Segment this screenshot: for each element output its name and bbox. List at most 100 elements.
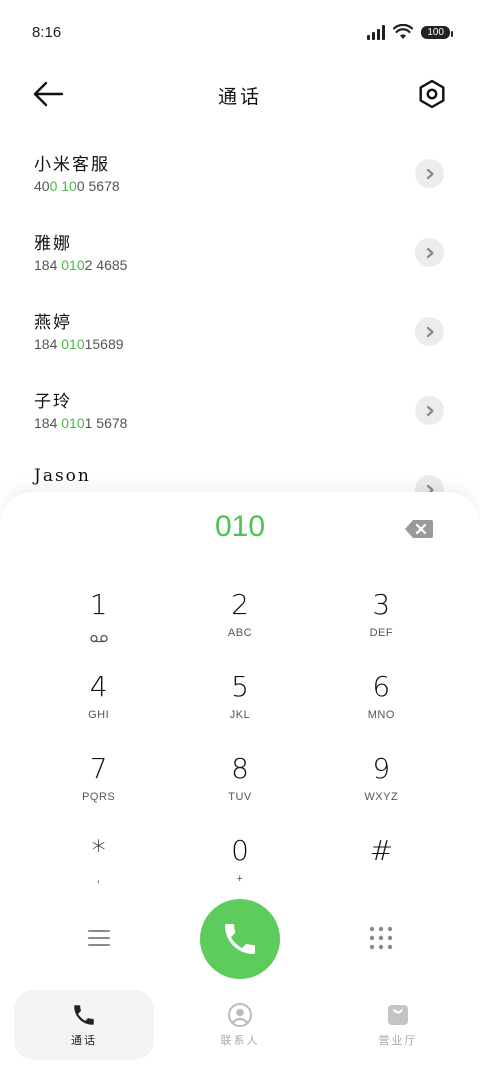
key-digit: 0	[231, 834, 249, 867]
contact-detail-button[interactable]	[415, 317, 444, 346]
contact-name: 雅娜	[34, 234, 72, 254]
number-match-highlight: 010	[61, 336, 85, 352]
chevron-right-icon	[426, 326, 434, 337]
key-5[interactable]: 5 JKL	[169, 662, 310, 744]
key-6[interactable]: 6 MNO	[311, 662, 452, 744]
keypad: 1 2 ABC 3 DEF 4 GHI 5 JKL 6 MNO 7 PQRS 8 TUV 9 WXYZ *, 0 + #	[28, 580, 452, 908]
key-digit: 4	[89, 670, 108, 703]
key-1[interactable]: 1	[28, 580, 169, 662]
key-digit: 9	[372, 752, 391, 785]
settings-hexagon-icon	[419, 79, 445, 109]
number-match-highlight: 010	[61, 257, 85, 273]
key-digit: 2	[231, 588, 249, 621]
tab-label: 营业厅	[378, 1034, 418, 1047]
key-letters: MNO	[367, 709, 395, 721]
store-bag-icon	[388, 1005, 408, 1025]
contact-number: 184 0101 5678	[34, 415, 127, 431]
key-0[interactable]: 0 +	[169, 826, 310, 908]
header: 通话	[0, 66, 480, 122]
contact-suggestion-row[interactable]: 燕婷 184 01015689	[0, 290, 480, 369]
number-segment: 184	[34, 257, 62, 273]
contact-number: 184 0102 4685	[34, 257, 127, 273]
key-digit: 5	[231, 670, 249, 703]
number-match-highlight: 0 10	[49, 178, 77, 194]
key-hash[interactable]: #	[311, 826, 452, 908]
tab-contacts[interactable]: 联系人	[170, 990, 310, 1060]
key-digit: *	[91, 834, 106, 867]
phone-icon	[74, 1005, 94, 1025]
tab-calls[interactable]: 通话	[14, 990, 154, 1060]
dialer-panel: 010 1 2 ABC 3 DEF 4 GHI 5 JKL 6 MNO 7 PQRS 8 TUV 9 WXYZ *…	[0, 492, 480, 1067]
key-digit: 7	[89, 752, 108, 785]
key-4[interactable]: 4 GHI	[28, 662, 169, 744]
contact-suggestion-list: 小米客服 400 100 5678 雅娜 184 0102 4685 燕婷 184 010…	[0, 132, 480, 527]
tab-service-hall[interactable]: 营业厅	[328, 990, 468, 1060]
number-segment: 1 5678	[84, 415, 128, 431]
number-segment: 0 5678	[76, 178, 120, 194]
page-title: 通话	[217, 86, 262, 108]
key-letters: JKL	[229, 709, 251, 721]
dialpad-grid-icon	[369, 926, 393, 950]
backspace-button[interactable]	[404, 518, 434, 540]
contact-detail-button[interactable]	[415, 396, 444, 425]
settings-button[interactable]	[416, 78, 448, 110]
key-3[interactable]: 3 DEF	[311, 580, 452, 662]
contact-name: 小米客服	[34, 155, 110, 175]
signal-icon	[367, 24, 386, 40]
chevron-right-icon	[426, 168, 434, 179]
key-letters: ABC	[227, 627, 253, 639]
status-time: 8:16	[32, 24, 62, 41]
key-letters: GHI	[88, 709, 110, 721]
backspace-icon	[405, 520, 433, 538]
key-7[interactable]: 7 PQRS	[28, 744, 169, 826]
key-letters: +	[236, 873, 244, 885]
contact-name: Jason	[34, 466, 91, 486]
key-8[interactable]: 8 TUV	[169, 744, 310, 826]
status-bar: 8:16 100	[0, 0, 480, 66]
number-match-highlight: 010	[61, 415, 85, 431]
contact-number: 400 100 5678	[34, 178, 120, 194]
number-segment: 2 4685	[84, 257, 128, 273]
contacts-icon	[228, 1003, 252, 1027]
tab-label: 通话	[71, 1034, 97, 1047]
number-segment: 40	[34, 178, 50, 194]
phone-call-icon	[225, 924, 255, 954]
chevron-right-icon	[426, 247, 434, 258]
key-letters: ,	[96, 873, 101, 885]
key-digit: 1	[89, 588, 108, 621]
key-9[interactable]: 9 WXYZ	[311, 744, 452, 826]
key-digit: 8	[231, 752, 249, 785]
number-segment: 15689	[84, 336, 124, 352]
menu-button[interactable]	[86, 925, 112, 951]
key-digit: 6	[372, 670, 391, 703]
call-button[interactable]	[200, 899, 280, 979]
contact-name: 子玲	[34, 392, 72, 412]
dialer-actions	[0, 899, 480, 979]
tab-label: 联系人	[220, 1034, 260, 1047]
keypad-toggle-button[interactable]	[368, 925, 394, 951]
key-letters: TUV	[228, 791, 252, 803]
key-star[interactable]: *,	[28, 826, 169, 908]
battery-indicator: 100	[421, 25, 453, 39]
key-letters: WXYZ	[364, 791, 399, 803]
number-segment: 184	[34, 415, 62, 431]
wifi-icon	[393, 24, 414, 39]
menu-icon	[88, 930, 110, 946]
contact-name: 燕婷	[34, 313, 72, 333]
key-2[interactable]: 2 ABC	[169, 580, 310, 662]
contact-suggestion-row[interactable]: 小米客服 400 100 5678	[0, 132, 480, 211]
contact-number: 184 01015689	[34, 336, 124, 352]
voicemail-icon	[90, 634, 108, 643]
status-icons: 100	[367, 24, 453, 40]
key-letters: PQRS	[82, 791, 116, 803]
key-digit: 3	[372, 588, 391, 621]
contact-detail-button[interactable]	[415, 159, 444, 188]
contact-suggestion-row[interactable]: 子玲 184 0101 5678	[0, 369, 480, 448]
chevron-right-icon	[426, 405, 434, 416]
contact-detail-button[interactable]	[415, 238, 444, 267]
number-segment: 184	[34, 336, 62, 352]
key-digit: #	[369, 834, 394, 867]
key-letters: DEF	[369, 627, 394, 639]
contact-suggestion-row[interactable]: 雅娜 184 0102 4685	[0, 211, 480, 290]
bottom-tab-bar: 通话 联系人 营业厅	[0, 990, 480, 1067]
